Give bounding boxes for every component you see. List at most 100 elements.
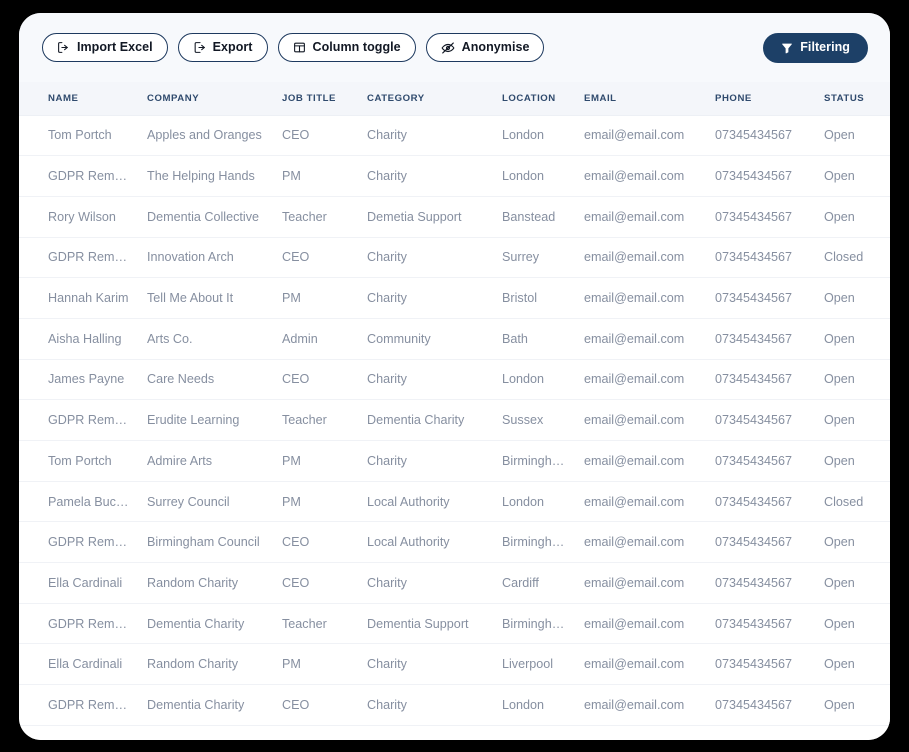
table-row[interactable]: James Payne Care Needs CEO Charity London ema… [19,359,890,401]
column-header-company[interactable]: COMPANY [138,82,271,116]
cell-category: Charity [358,684,490,726]
table-row[interactable]: GDPR Removed Dementia Charity Teacher Demen… [19,603,890,645]
cell-jobtitle: PM [271,481,358,523]
cell-phone: 07345434567 [704,359,813,401]
cell-email: email@email.com [575,318,704,360]
table-scroll-region[interactable]: NAME COMPANY JOB TITLE CATEGORY LOCATION… [19,82,890,740]
cell-location: London [490,155,575,197]
column-header-email[interactable]: EMAIL [575,82,704,116]
cell-company: Erudite Learning [138,399,271,441]
cell-phone: 07345434567 [704,318,813,360]
table-row[interactable]: GDPR Removed Innovation Arch CEO Charity Sur… [19,237,890,279]
cell-location: Cardiff [490,562,575,604]
cell-category: Dementia Charity [358,399,490,441]
cell-jobtitle: Admin [271,318,358,360]
cell-email: email@email.com [575,440,704,482]
cell-company: Admire Arts [138,440,271,482]
filtering-button[interactable]: Filtering [763,32,868,63]
cell-status: Open [813,155,890,197]
cell-phone: 07345434567 [704,196,813,238]
cell-company: Dementia Charity [138,684,271,726]
column-toggle-button[interactable]: Column toggle [277,33,416,62]
table-header: NAME COMPANY JOB TITLE CATEGORY LOCATION… [19,82,890,116]
column-header-name[interactable]: NAME [19,82,138,116]
cell-phone: 07345434567 [704,603,813,645]
toolbar-actions-group: Import Excel Export Column toggle Anonym… [42,33,545,62]
table-row[interactable]: Tom Portch Apples and Oranges CEO Charity Lo… [19,115,890,157]
eye-off-icon [441,41,455,55]
table-row[interactable]: Pamela Buckley Surrey Council PM Local Auth… [19,481,890,523]
cell-location: Birmingham [490,603,575,645]
cell-category: Local Authority [358,521,490,564]
cell-category: Charity [358,359,490,401]
table-row[interactable]: Rory Wilson Dementia Collective Teacher Dem… [19,196,890,238]
table-row[interactable]: Aisha Halling Arts Co. Admin Community Bath e… [19,318,890,360]
cell-status: Open [813,603,890,645]
cell-phone: 07345434567 [704,277,813,319]
cell-name: Ella Cardinali [19,643,138,686]
cell-email: email@email.com [575,481,704,523]
table-row[interactable]: Ella Cardinali Random Charity PM Charity Liv… [19,643,890,686]
cell-status: Open [813,399,890,441]
funnel-icon [781,42,793,54]
column-header-phone[interactable]: PHONE [704,82,813,116]
table-row[interactable]: GDPR Removed The Helping Hands PM Charity Lo… [19,155,890,197]
cell-email: email@email.com [575,115,704,157]
table-row[interactable]: Hannah Karim Tell Me About It PM Charity Bri… [19,277,890,319]
cell-location: London [490,115,575,157]
cell-location: Birmingham [490,440,575,482]
cell-status: Closed [813,481,890,523]
column-header-status[interactable]: STATUS [813,82,890,116]
toolbar-filter-group: Filtering [763,32,868,63]
cell-email: email@email.com [575,359,704,401]
cell-name: Aisha Halling [19,318,138,360]
cell-email: email@email.com [575,562,704,604]
import-icon [57,41,70,54]
table-body: Tom Portch Apples and Oranges CEO Charity Lo… [19,115,890,726]
cell-jobtitle: PM [271,277,358,319]
column-header-jobtitle[interactable]: JOB TITLE [271,82,358,116]
cell-category: Community [358,318,490,360]
cell-email: email@email.com [575,277,704,319]
anonymise-button[interactable]: Anonymise [425,33,545,62]
cell-status: Open [813,277,890,319]
table-row[interactable]: GDPR Removed Birmingham Council CEO Local A… [19,521,890,564]
cell-category: Charity [358,643,490,686]
cell-category: Charity [358,562,490,604]
cell-name: Tom Portch [19,115,138,157]
cell-company: Random Charity [138,562,271,604]
cell-company: Dementia Charity [138,603,271,645]
cell-jobtitle: CEO [271,359,358,401]
cell-company: Dementia Collective [138,196,271,238]
columns-icon [293,41,306,54]
import-excel-label: Import Excel [77,40,153,55]
export-label: Export [212,40,253,55]
cell-company: Surrey Council [138,481,271,523]
import-excel-button[interactable]: Import Excel [42,33,168,62]
table-row[interactable]: Ella Cardinali Random Charity CEO Charity Ca… [19,562,890,604]
cell-location: Banstead [490,196,575,238]
table-row[interactable]: GDPR Removed Dementia Charity CEO Charity Lo… [19,684,890,726]
table-row[interactable]: Tom Portch Admire Arts PM Charity Birmingham… [19,440,890,482]
column-header-location[interactable]: LOCATION [490,82,575,116]
cell-name: Rory Wilson [19,196,138,238]
cell-status: Open [813,643,890,686]
table-header-row: NAME COMPANY JOB TITLE CATEGORY LOCATION… [19,82,890,116]
cell-phone: 07345434567 [704,237,813,279]
cell-status: Open [813,115,890,157]
table-row[interactable]: GDPR Removed Erudite Learning Teacher Demen… [19,399,890,441]
cell-phone: 07345434567 [704,521,813,564]
cell-company: Arts Co. [138,318,271,360]
cell-company: The Helping Hands [138,155,271,197]
cell-name: Tom Portch [19,440,138,482]
cell-phone: 07345434567 [704,643,813,686]
cell-company: Innovation Arch [138,237,271,279]
cell-company: Apples and Oranges [138,115,271,157]
cell-email: email@email.com [575,237,704,279]
column-header-category[interactable]: CATEGORY [358,82,490,116]
export-button[interactable]: Export [177,33,268,62]
cell-phone: 07345434567 [704,115,813,157]
cell-name: GDPR Removed [19,684,138,726]
cell-email: email@email.com [575,684,704,726]
cell-category: Charity [358,155,490,197]
